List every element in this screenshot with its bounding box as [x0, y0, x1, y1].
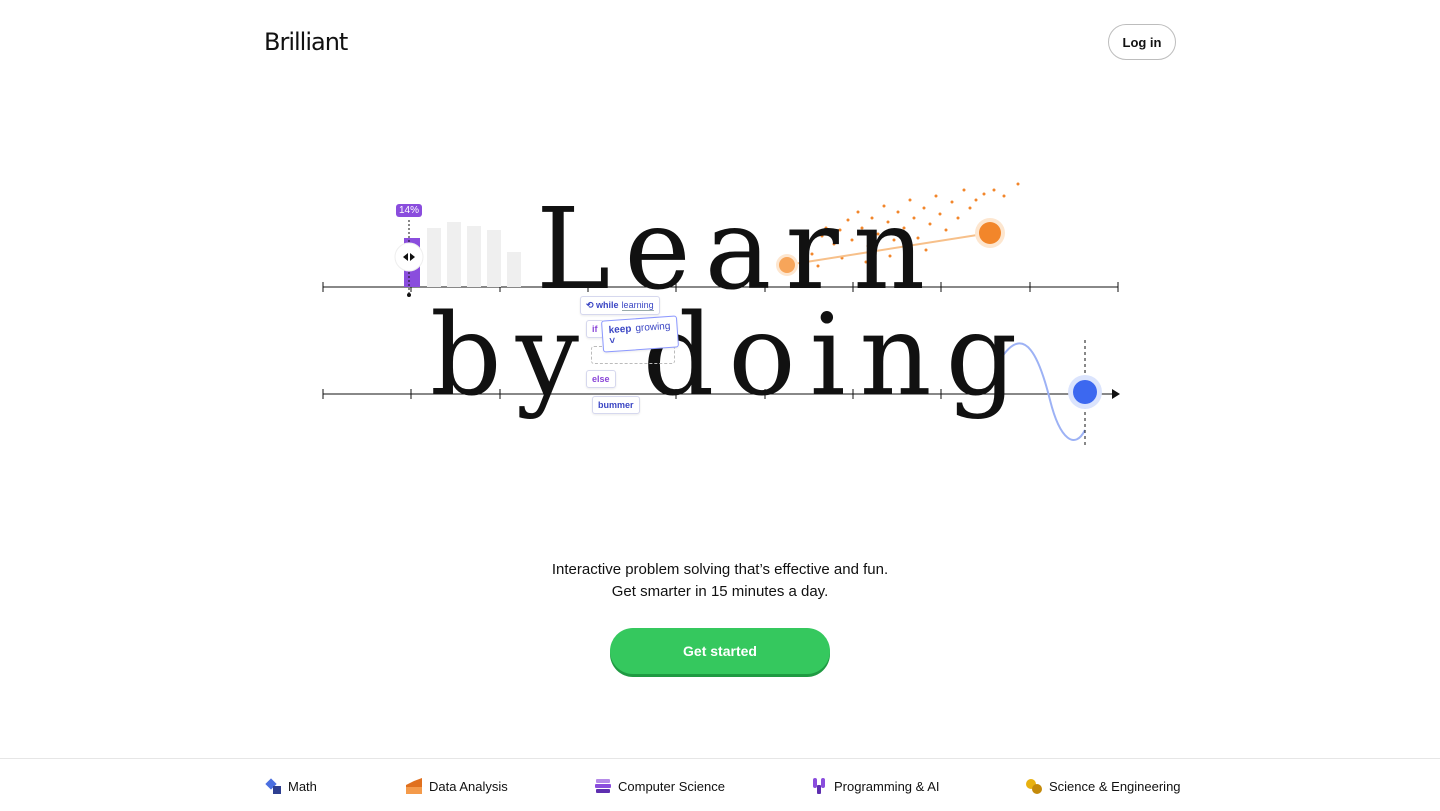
- hero-illustration: 14% Learn by doing ⟲ while learning if ke…: [0, 0, 1440, 520]
- headline-line-1: Learn: [536, 185, 940, 315]
- category-math[interactable]: Math: [264, 777, 317, 795]
- headline-line-2: by doing: [430, 291, 1032, 421]
- category-programming-ai[interactable]: Programming & AI: [810, 777, 940, 795]
- chevron-down-icon: ˅: [609, 335, 616, 348]
- axis-arrowhead: [1112, 389, 1120, 399]
- slider-handle: [394, 242, 424, 272]
- category-science-engineering[interactable]: Science & Engineering: [1025, 777, 1181, 795]
- programming-ai-icon: [813, 778, 825, 794]
- category-bar: Math Data Analysis Computer Science Prog…: [0, 758, 1440, 811]
- histogram-bars: [427, 222, 521, 287]
- while-chip[interactable]: ⟲ while learning: [580, 296, 660, 315]
- bummer-chip[interactable]: bummer: [592, 396, 640, 414]
- else-chip[interactable]: else: [586, 370, 616, 388]
- tagline-line-2: Get smarter in 15 minutes a day.: [611, 583, 829, 600]
- category-data-analysis[interactable]: Data Analysis: [405, 777, 508, 795]
- data-analysis-icon: [406, 778, 422, 794]
- math-icon: [265, 778, 281, 794]
- slider-percent-badge: 14%: [396, 204, 423, 217]
- loop-icon: ⟲: [586, 300, 597, 310]
- get-started-button[interactable]: Get started: [610, 628, 830, 674]
- science-engineering-icon: [1026, 779, 1042, 794]
- code-block-widget[interactable]: ⟲ while learning if keep growing ˅ else bu…: [578, 294, 680, 416]
- category-computer-science[interactable]: Computer Science: [594, 777, 725, 795]
- tagline-line-1: Interactive problem solving that’s effec…: [551, 561, 889, 578]
- keep-chip[interactable]: keep growing ˅: [600, 315, 680, 353]
- computer-science-icon: [595, 779, 611, 793]
